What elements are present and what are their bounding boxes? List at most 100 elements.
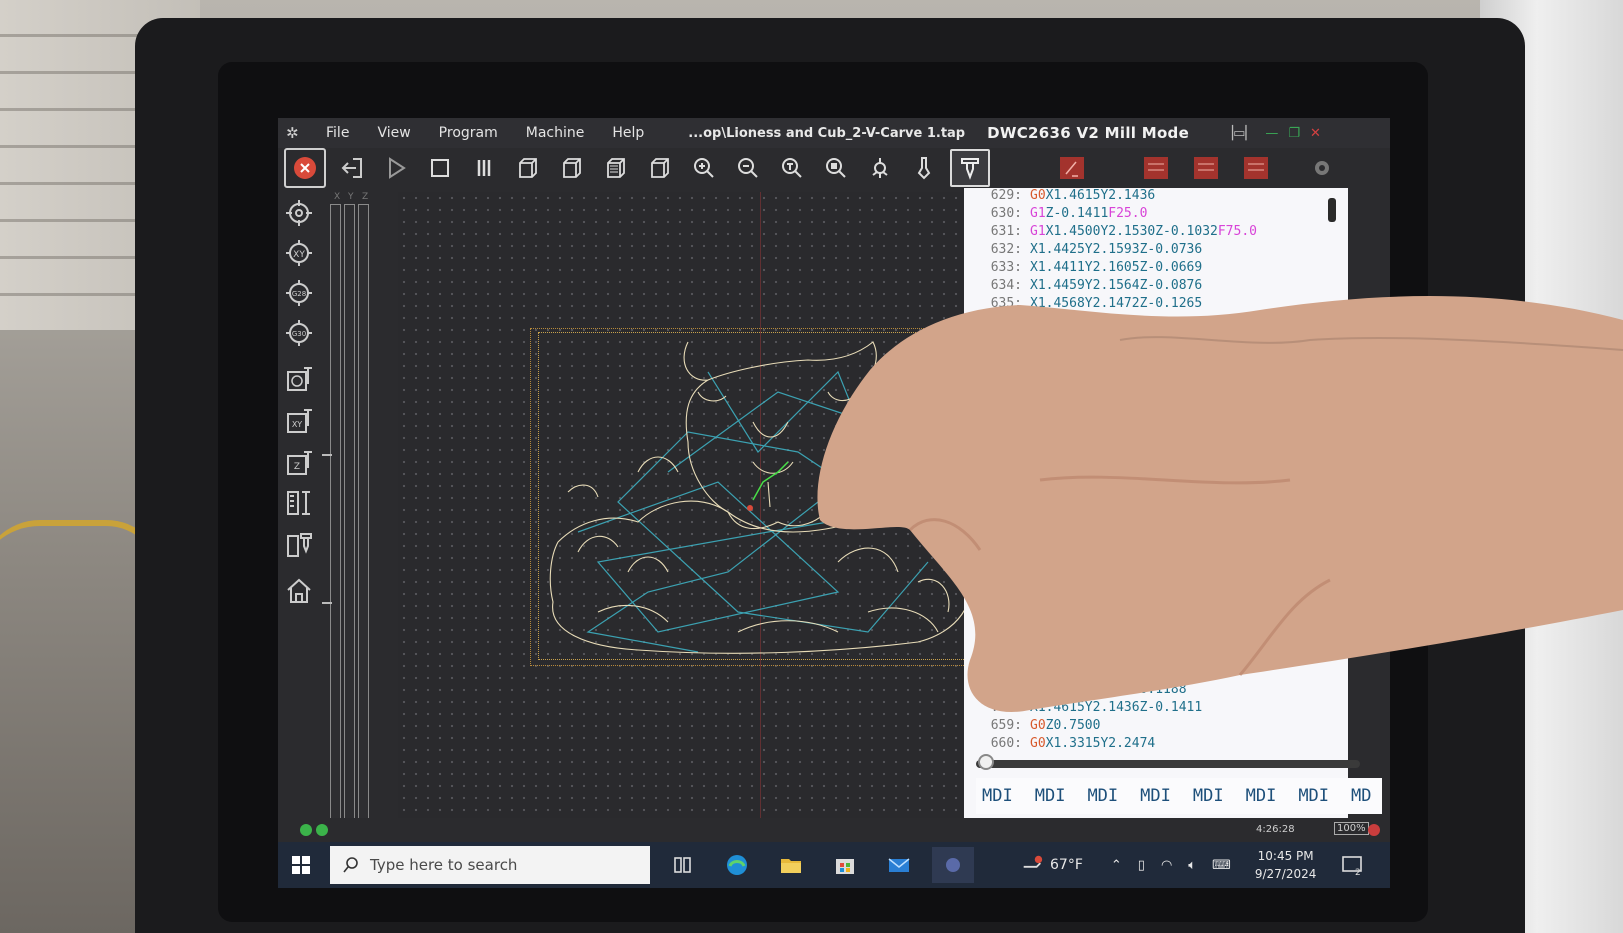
mdi-entry[interactable]: MDI — [1193, 786, 1224, 806]
estop-button[interactable] — [284, 148, 326, 188]
mdi-entry[interactable]: MDI — [982, 786, 1013, 806]
exit-button[interactable] — [334, 151, 370, 185]
view-front-button[interactable] — [554, 151, 590, 185]
volume-icon[interactable]: 🔈︎ — [1188, 858, 1196, 873]
gcode-listing[interactable]: 629: G0X1.4615Y2.1436 630: G1Z-0.1411F25.0 6… — [964, 188, 1348, 818]
cnc-app-button[interactable] — [932, 847, 974, 883]
run-icon — [389, 157, 406, 179]
store-icon — [836, 859, 854, 874]
menu-program[interactable]: Program — [425, 125, 512, 141]
view-side-icon — [651, 158, 669, 178]
mail-button[interactable] — [878, 847, 920, 883]
tool-position-marker — [747, 505, 753, 511]
run-button[interactable] — [378, 151, 414, 185]
axis-y-bar — [344, 204, 355, 820]
tool-button[interactable] — [950, 149, 990, 187]
probe-z-button[interactable]: Z — [284, 448, 314, 478]
tool-change-3-button[interactable] — [1238, 151, 1274, 185]
zoom-extents-button[interactable] — [818, 151, 854, 185]
gcode-line: .4683Y2.1492Z-0.1188 — [964, 682, 1187, 699]
notification-icon: 2 — [1342, 856, 1363, 878]
edge-button[interactable] — [716, 847, 758, 883]
menu-view[interactable]: View — [363, 125, 424, 141]
gcode-coords: X1.4615Y2.1436Z-0.1411 — [1030, 700, 1203, 715]
svg-text:G28: G28 — [292, 290, 306, 298]
tool-setter-button[interactable] — [284, 530, 314, 560]
menu-file[interactable]: File — [312, 125, 363, 141]
settings-button[interactable] — [1304, 151, 1340, 185]
gcode-command: G0 — [1030, 736, 1046, 751]
stop-button[interactable] — [422, 151, 458, 185]
feed-override: 100% — [1334, 822, 1369, 835]
tool-change-2-button[interactable] — [1188, 151, 1224, 185]
program-progress-track[interactable] — [976, 760, 1360, 768]
view-iso-button[interactable] — [510, 151, 546, 185]
mdi-entry[interactable]: MDI — [1298, 786, 1329, 806]
notification-button[interactable]: 2 — [1340, 853, 1364, 878]
mdi-entry[interactable]: MD — [1351, 786, 1371, 806]
chevron-up-icon[interactable]: ⌃ — [1111, 858, 1122, 873]
start-button[interactable] — [278, 855, 324, 875]
toolpath-drawing — [549, 341, 972, 654]
status-led — [300, 824, 312, 836]
gcode-line-number: 630: — [990, 206, 1022, 221]
keyboard-icon[interactable]: ⌨ — [1212, 858, 1231, 873]
zoom-out-button[interactable] — [730, 151, 766, 185]
weather-widget[interactable]: 67°F — [1020, 853, 1083, 877]
toolpath-view[interactable] — [398, 192, 988, 832]
zero-xy-button[interactable]: XY — [284, 238, 314, 268]
clock-time: 10:45 PM — [1257, 849, 1314, 863]
svg-text:XY: XY — [292, 420, 302, 429]
axis-y-label: Y — [348, 192, 354, 202]
zoom-fit-button[interactable] — [774, 151, 810, 185]
probe-diameter-button[interactable] — [284, 364, 314, 394]
gcode-line-number: 633: — [990, 260, 1022, 275]
gcode-line-number: 635: — [990, 296, 1022, 311]
axis-z-bar — [358, 204, 369, 820]
maximize-icon[interactable]: ❐ — [1288, 126, 1300, 141]
home-button[interactable] — [284, 576, 314, 606]
pause-button[interactable] — [466, 151, 502, 185]
probe-button[interactable] — [906, 151, 942, 185]
close-icon[interactable]: ✕ — [1310, 126, 1321, 141]
zero-all-button[interactable] — [284, 198, 314, 228]
tool-length-icon — [287, 491, 310, 515]
svg-text:G30: G30 — [292, 330, 306, 338]
gcode-command: G1 — [1030, 224, 1046, 239]
clock[interactable]: 10:45 PM 9/27/2024 — [1255, 847, 1317, 883]
zoom-in-button[interactable] — [686, 151, 722, 185]
menu-machine[interactable]: Machine — [512, 125, 599, 141]
taskbar-search[interactable]: Type here to search — [330, 846, 650, 884]
program-progress-knob[interactable] — [978, 754, 994, 770]
task-view-button[interactable] — [662, 847, 704, 883]
view-side-button[interactable] — [642, 151, 678, 185]
menu-help[interactable]: Help — [598, 125, 658, 141]
mdi-entry[interactable]: MDI — [1087, 786, 1118, 806]
g30-button[interactable]: G30 — [284, 318, 314, 348]
store-button[interactable] — [824, 847, 866, 883]
gcode-line: 631: G1X1.4500Y2.1530Z-0.1032F75.0 — [964, 224, 1257, 241]
probe-xy-button[interactable]: XY — [284, 406, 314, 436]
gcode-line: ..8: X1.4615Y2.1436Z-0.1411 — [964, 700, 1203, 717]
usb-icon[interactable]: ▯ — [1138, 858, 1145, 873]
mdi-entry[interactable]: MDI — [1035, 786, 1066, 806]
minimize-icon[interactable]: — — [1265, 126, 1278, 141]
exit-icon — [341, 158, 362, 178]
status-indicators — [300, 824, 328, 836]
tool-path-button[interactable] — [862, 151, 898, 185]
trash-button[interactable] — [1054, 151, 1090, 185]
tool-length-button[interactable] — [284, 488, 314, 518]
gcode-scrollbar[interactable] — [1328, 198, 1336, 222]
gcode-line: ...36Z-0.1411 — [964, 628, 1132, 645]
g28-button[interactable]: G28 — [284, 278, 314, 308]
wifi-icon[interactable]: ◠ — [1161, 858, 1172, 873]
mdi-entry[interactable]: MDI — [1246, 786, 1277, 806]
mdi-entry[interactable]: MDI — [1140, 786, 1171, 806]
tool-change-1-button[interactable] — [1138, 151, 1174, 185]
gcode-line: 633: X1.4411Y2.1605Z-0.0669 — [964, 260, 1203, 277]
gcode-line: 632: X1.4425Y2.1593Z-0.0736 — [964, 242, 1203, 259]
explorer-button[interactable] — [770, 847, 812, 883]
probe-diameter-icon — [287, 367, 312, 391]
layout-icon[interactable]: ▕▭▏ — [1223, 126, 1255, 141]
view-top-button[interactable] — [598, 151, 634, 185]
